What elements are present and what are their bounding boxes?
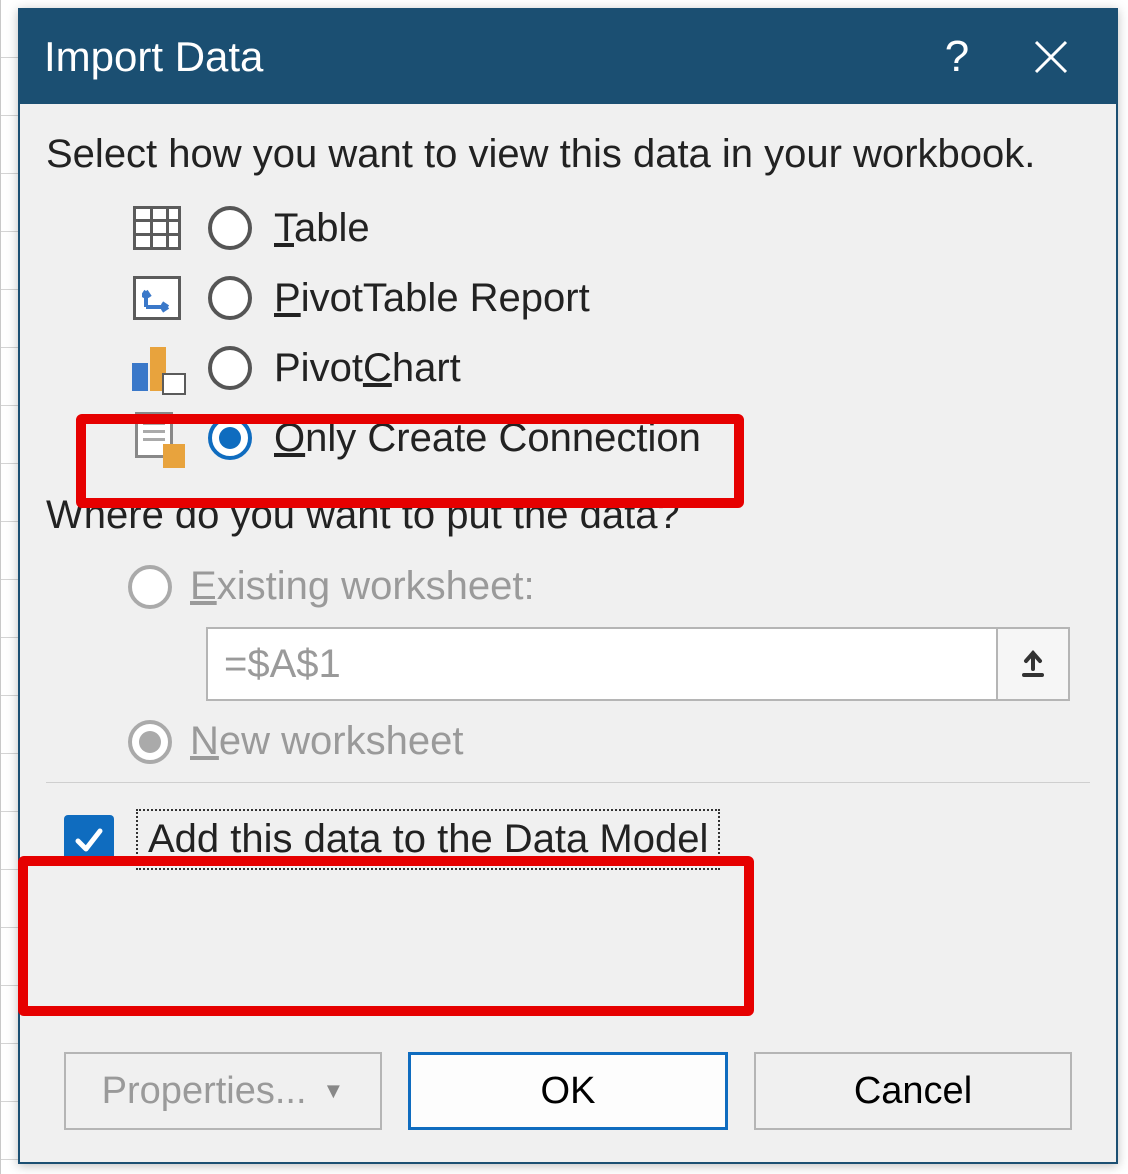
properties-label: Properties... — [102, 1070, 307, 1113]
close-button[interactable] — [1004, 10, 1098, 104]
ok-label: OK — [541, 1070, 596, 1113]
radio-only-connection[interactable] — [208, 416, 252, 460]
properties-button: Properties... ▼ — [64, 1052, 382, 1130]
cancel-label: Cancel — [854, 1070, 972, 1113]
pivottable-icon — [128, 269, 186, 327]
reference-input-row — [206, 627, 1070, 701]
option-pivottable[interactable]: PivotTable Report — [46, 263, 1090, 333]
connection-icon — [128, 409, 186, 467]
reference-input — [206, 627, 996, 701]
location-prompt: Where do you want to put the data? — [46, 493, 1090, 538]
checkmark-icon — [72, 823, 106, 857]
radio-new-worksheet — [128, 720, 172, 764]
table-icon — [128, 199, 186, 257]
view-prompt: Select how you want to view this data in… — [46, 132, 1090, 177]
option-new-label: New worksheet — [190, 719, 463, 764]
spreadsheet-gridlines — [0, 0, 18, 1174]
option-only-connection[interactable]: Only Create Connection — [46, 403, 1090, 473]
radio-table[interactable] — [208, 206, 252, 250]
radio-pivotchart[interactable] — [208, 346, 252, 390]
close-icon — [1031, 37, 1071, 77]
cancel-button[interactable]: Cancel — [754, 1052, 1072, 1130]
range-picker-icon — [1016, 647, 1050, 681]
dialog-titlebar[interactable]: Import Data ? — [20, 10, 1116, 104]
option-pivottable-label: PivotTable Report — [274, 276, 590, 321]
dropdown-caret-icon: ▼ — [323, 1078, 345, 1104]
dialog-buttons: Properties... ▼ OK Cancel — [46, 1036, 1090, 1152]
option-existing-label: Existing worksheet: — [190, 564, 535, 609]
option-pivotchart[interactable]: PivotChart — [46, 333, 1090, 403]
radio-existing-worksheet — [128, 565, 172, 609]
radio-pivottable[interactable] — [208, 276, 252, 320]
add-to-data-model-label: Add this data to the Data Model — [136, 809, 720, 870]
add-to-data-model-row[interactable]: Add this data to the Data Model — [46, 783, 1090, 896]
option-existing-worksheet: Existing worksheet: — [46, 554, 1090, 619]
option-only-connection-label: Only Create Connection — [274, 416, 701, 461]
option-table-label: Table — [274, 206, 370, 251]
checkbox-add-to-data-model[interactable] — [64, 815, 114, 865]
option-pivotchart-label: PivotChart — [274, 346, 461, 391]
dialog-title: Import Data — [44, 33, 910, 81]
option-table[interactable]: Table — [46, 193, 1090, 263]
help-button[interactable]: ? — [910, 10, 1004, 104]
pivotchart-icon — [128, 339, 186, 397]
ok-button[interactable]: OK — [408, 1052, 728, 1130]
import-data-dialog: Import Data ? Select how you want to vie… — [18, 8, 1118, 1164]
option-new-worksheet: New worksheet — [46, 709, 1090, 764]
collapse-dialog-button — [996, 627, 1070, 701]
